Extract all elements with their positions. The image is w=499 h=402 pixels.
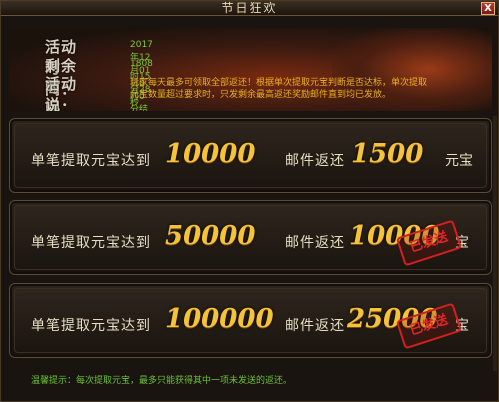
reward-card: 单笔提取元宝达到 50000 邮件返还 10000 宝 已发送: [9, 200, 492, 275]
reward-card-inner: 单笔提取元宝达到 100000 邮件返还 25000 宝 已发送: [14, 288, 487, 353]
currency-unit: 元宝: [445, 153, 473, 169]
requirement-label: 单笔提取元宝达到: [31, 235, 151, 251]
close-button[interactable]: X: [481, 2, 495, 15]
reward-card-inner: 单笔提取元宝达到 10000 邮件返还 1500 元宝: [14, 123, 487, 188]
mail-return-label: 邮件返还: [285, 153, 345, 169]
title-bar: 节日狂欢 X: [1, 1, 498, 16]
event-window: 节日狂欢 X 活动时间： 2017年12月01日0时0分结束 剩余时间： 180…: [0, 0, 499, 402]
event-banner: 活动时间： 2017年12月01日0时0分结束 剩余时间： 1808时15分28…: [9, 28, 492, 111]
reward-amount: 1500: [351, 139, 424, 169]
requirement-amount: 100000: [165, 304, 274, 334]
requirement-label: 单笔提取元宝达到: [31, 318, 151, 334]
reward-card: 单笔提取元宝达到 10000 邮件返还 1500 元宝: [9, 118, 492, 193]
window-title: 节日狂欢: [221, 1, 278, 15]
mail-return-label: 邮件返还: [285, 318, 345, 334]
event-description-label: 活动说明：: [45, 75, 78, 111]
requirement-amount: 10000: [165, 139, 256, 169]
reward-card-inner: 单笔提取元宝达到 50000 邮件返还 10000 宝 已发送: [14, 205, 487, 270]
footer-tip: 温馨提示：每次提取元宝，最多只能获得其中一项未发送的返还。: [31, 376, 293, 386]
scrollbar[interactable]: [493, 116, 497, 371]
requirement-label: 单笔提取元宝达到: [31, 153, 151, 169]
mail-return-label: 邮件返还: [285, 235, 345, 251]
requirement-amount: 50000: [165, 221, 256, 251]
event-description-text: 玩家每天最多可领取全部返还！根据单次提取元宝判断是否达标，单次提取元宝数量超过要…: [130, 78, 428, 100]
reward-card: 单笔提取元宝达到 100000 邮件返还 25000 宝 已发送: [9, 283, 492, 358]
